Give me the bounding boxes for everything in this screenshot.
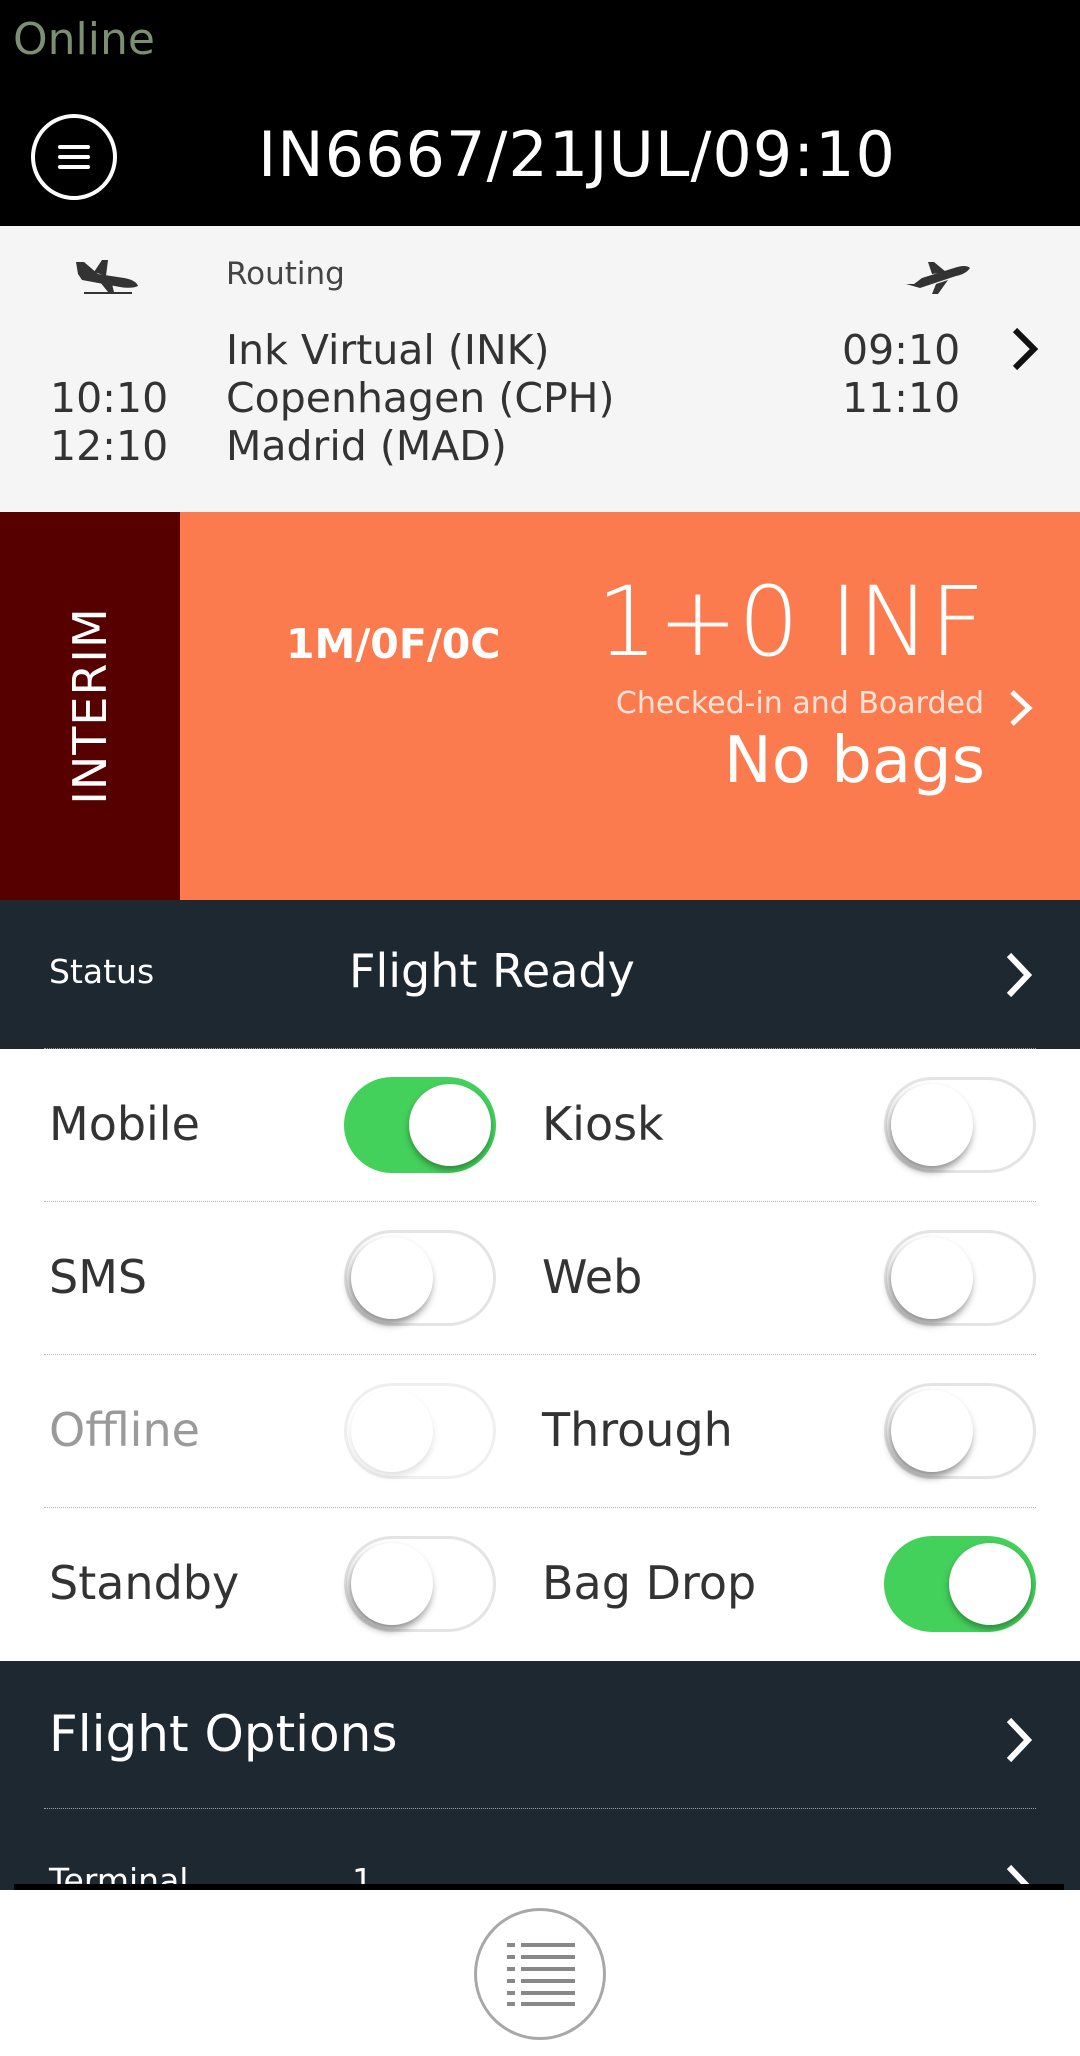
through-toggle[interactable] xyxy=(884,1383,1036,1479)
toggle-knob xyxy=(949,1543,1031,1625)
toggle-row: Offline Through xyxy=(0,1355,1080,1508)
toggle-label-through: Through xyxy=(542,1403,733,1457)
routing-label: Routing xyxy=(226,256,345,292)
routing-stop-1-departure: 09:10 xyxy=(842,326,961,374)
toggle-knob xyxy=(891,1390,973,1472)
toggle-row: Mobile Kiosk xyxy=(0,1049,1080,1202)
list-icon xyxy=(507,1943,575,2006)
offline-toggle[interactable] xyxy=(344,1383,496,1479)
status-row[interactable]: Status Flight Ready xyxy=(0,900,1080,1049)
cabin-classes: 1M/0F/0C xyxy=(286,620,501,668)
passenger-summary[interactable]: INTERIM 1M/0F/0C 1+0 INF Checked-in and … xyxy=(0,512,1080,900)
kiosk-toggle[interactable] xyxy=(884,1077,1036,1173)
page-title: IN6667/21JUL/09:10 xyxy=(258,118,896,191)
toggle-knob xyxy=(891,1237,973,1319)
chevron-right-icon xyxy=(1012,327,1039,371)
flight-options-panel: Flight Options Terminal 1 xyxy=(0,1661,1080,1890)
routing-stop-2-departure: 11:10 xyxy=(842,374,961,422)
toggle-label-web: Web xyxy=(542,1250,643,1304)
toggle-knob xyxy=(891,1084,973,1166)
plane-landing-icon xyxy=(76,260,138,294)
chevron-right-icon xyxy=(1006,1717,1033,1763)
plane-takeoff-icon xyxy=(906,262,970,294)
toggle-knob xyxy=(351,1543,433,1625)
toggle-row: SMS Web xyxy=(0,1202,1080,1355)
hamburger-menu-icon xyxy=(58,145,90,149)
routing-stop-2-arrival: 10:10 xyxy=(50,374,169,422)
standby-toggle[interactable] xyxy=(344,1536,496,1632)
toggle-label-mobile: Mobile xyxy=(49,1097,200,1151)
passenger-count: 1+0 INF xyxy=(596,566,985,678)
toggle-label-sms: SMS xyxy=(49,1250,148,1304)
routing-stop-1-station: Ink Virtual (INK) xyxy=(226,326,550,374)
routing-stop-3-station: Madrid (MAD) xyxy=(226,422,507,470)
bags-count: No bags xyxy=(723,724,985,798)
bag-drop-toggle[interactable] xyxy=(884,1536,1036,1632)
status-value: Flight Ready xyxy=(349,944,635,998)
connection-status: Online xyxy=(13,14,155,65)
chevron-right-icon xyxy=(1006,952,1033,998)
phase-badge: INTERIM xyxy=(0,512,180,900)
flight-options-button[interactable]: Flight Options xyxy=(49,1705,397,1763)
status-label: Status xyxy=(49,952,155,991)
bottom-bar xyxy=(0,1890,1080,2056)
app-header: Online IN6667/21JUL/09:10 xyxy=(0,0,1080,226)
toggle-knob xyxy=(351,1390,433,1472)
toggle-knob xyxy=(351,1237,433,1319)
routing-stop-3-arrival: 12:10 xyxy=(50,422,169,470)
hamburger-menu-icon-line xyxy=(58,155,90,159)
toggle-label-standby: Standby xyxy=(49,1556,240,1610)
divider xyxy=(44,1808,1036,1809)
routing-panel[interactable]: Routing Ink Virtual (INK) 09:10 10:10 Co… xyxy=(0,226,1080,512)
chevron-right-icon xyxy=(1010,690,1033,726)
hamburger-menu-icon-line xyxy=(58,165,90,169)
toggle-knob xyxy=(409,1084,491,1166)
toggle-row: Standby Bag Drop xyxy=(0,1508,1080,1661)
list-button[interactable] xyxy=(474,1908,606,2040)
check-in-channels: Mobile Kiosk SMS Web Offline Through Sta… xyxy=(0,1049,1080,1661)
toggle-label-kiosk: Kiosk xyxy=(542,1097,664,1151)
mobile-toggle[interactable] xyxy=(344,1077,496,1173)
menu-button[interactable] xyxy=(31,114,117,200)
web-toggle[interactable] xyxy=(884,1230,1036,1326)
toggle-label-offline: Offline xyxy=(49,1403,200,1457)
toggle-label-bag-drop: Bag Drop xyxy=(542,1556,757,1610)
passenger-count-caption: Checked-in and Boarded xyxy=(615,686,984,721)
sms-toggle[interactable] xyxy=(344,1230,496,1326)
phase-label: INTERIM xyxy=(63,607,117,805)
routing-stop-2-station: Copenhagen (CPH) xyxy=(226,374,615,422)
